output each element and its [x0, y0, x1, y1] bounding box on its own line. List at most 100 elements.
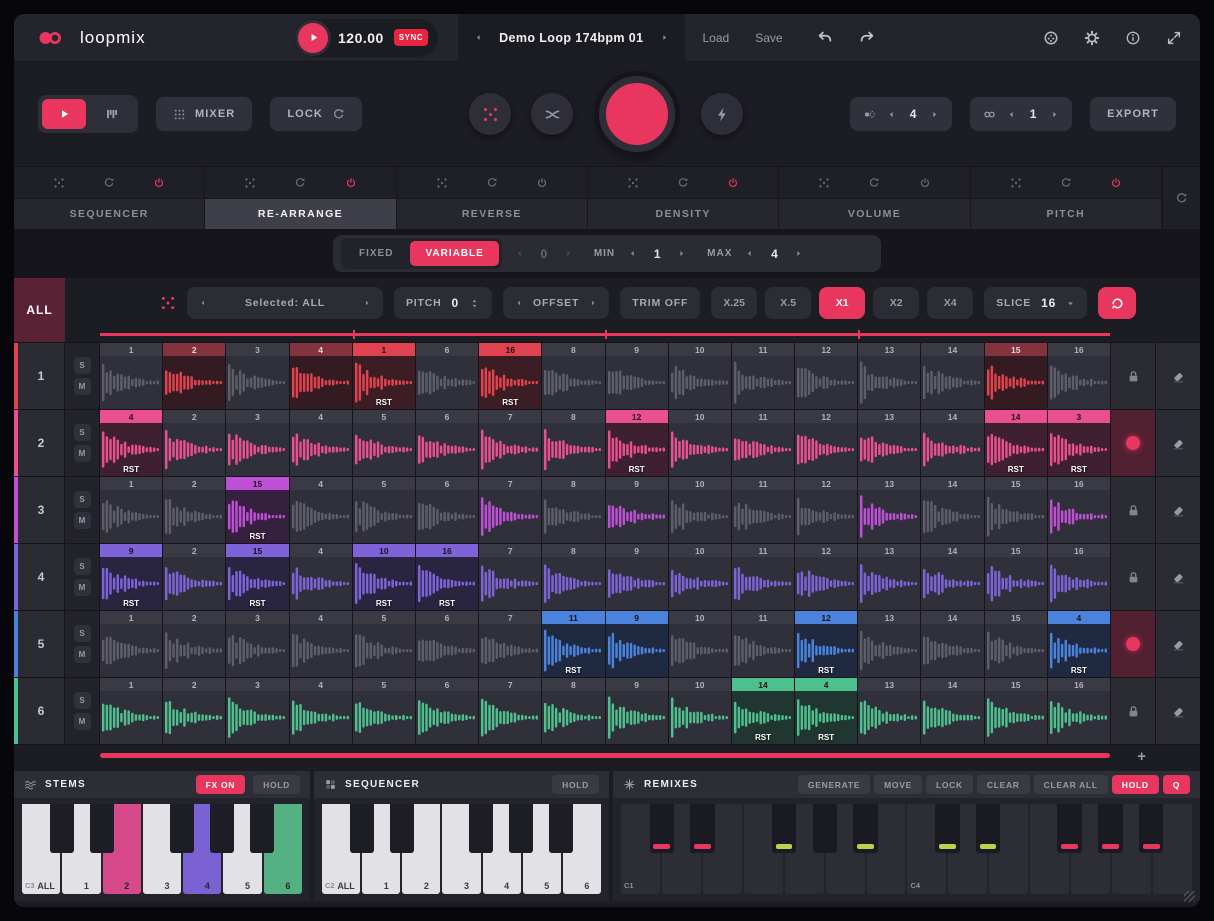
slice-r5-c12[interactable]: 12RST — [795, 611, 857, 677]
slice-r1-c8[interactable]: 8 — [542, 343, 604, 409]
slice-r2-c3[interactable]: 3 — [226, 410, 288, 476]
slice-r4-c8[interactable]: 8 — [542, 544, 604, 610]
remix-black-key[interactable] — [813, 804, 837, 853]
random-icon[interactable] — [436, 177, 448, 189]
add-pattern-button[interactable]: + — [1137, 748, 1146, 765]
track-clear-button-5[interactable] — [1156, 611, 1200, 677]
slice-r5-c14[interactable]: 14 — [921, 611, 983, 677]
multiplier-x2-button[interactable]: X2 — [873, 287, 919, 319]
slice-r6-c1[interactable]: 1 — [100, 678, 162, 744]
power-icon[interactable] — [727, 177, 739, 189]
track-lock-button-6[interactable] — [1111, 678, 1155, 744]
loop-view-button[interactable] — [42, 99, 86, 129]
slice-r4-c1[interactable]: 9RST — [100, 544, 162, 610]
stems-black-key[interactable] — [170, 804, 194, 853]
crossfade-button[interactable] — [531, 93, 573, 135]
slice-r1-c15[interactable]: 15 — [985, 343, 1047, 409]
slice-r2-c4[interactable]: 4 — [290, 410, 352, 476]
lock-button[interactable]: LOCK — [270, 97, 362, 131]
max-prev-icon[interactable] — [745, 249, 754, 258]
slice-r4-c4[interactable]: 4 — [290, 544, 352, 610]
power-icon[interactable] — [536, 177, 548, 189]
settings-gear-icon[interactable] — [1084, 30, 1100, 46]
slice-r4-c13[interactable]: 13 — [858, 544, 920, 610]
loop-prev-icon[interactable] — [1007, 110, 1016, 119]
slice-r1-c5[interactable]: 1RST — [353, 343, 415, 409]
mixer-button[interactable]: MIXER — [156, 97, 252, 131]
move-button[interactable]: MOVE — [874, 775, 922, 794]
multiplier-x1-button[interactable]: X1 — [819, 287, 865, 319]
slice-r2-c13[interactable]: 13 — [858, 410, 920, 476]
slice-r5-c11[interactable]: 11 — [732, 611, 794, 677]
offset-next-icon[interactable] — [589, 299, 597, 307]
resize-icon[interactable] — [1166, 30, 1182, 46]
offset-prev-icon[interactable] — [515, 299, 523, 307]
slice-r2-c1[interactable]: 4RST — [100, 410, 162, 476]
slice-r6-c2[interactable]: 2 — [163, 678, 225, 744]
mute-button-track-3[interactable]: M — [74, 512, 91, 529]
solo-button-track-4[interactable]: S — [74, 558, 91, 575]
stems-black-key[interactable] — [90, 804, 114, 853]
slice-r6-c6[interactable]: 6 — [416, 678, 478, 744]
tab-density[interactable]: DENSITY — [588, 198, 778, 229]
mute-button-track-6[interactable]: M — [74, 713, 91, 730]
slice-r6-c5[interactable]: 5 — [353, 678, 415, 744]
reset-icon[interactable] — [103, 177, 115, 189]
pitch-spinner-icon[interactable] — [469, 298, 480, 309]
solo-button-track-3[interactable]: S — [74, 491, 91, 508]
slice-r5-c13[interactable]: 13 — [858, 611, 920, 677]
multiplier-x-5-button[interactable]: X.5 — [765, 287, 811, 319]
multiplier-x4-button[interactable]: X4 — [927, 287, 973, 319]
slice-r1-c16[interactable]: 16 — [1048, 343, 1110, 409]
slice-r1-c2[interactable]: 2 — [163, 343, 225, 409]
random-icon[interactable] — [818, 177, 830, 189]
keys-view-button[interactable] — [90, 99, 134, 129]
sync-toggle[interactable]: SYNC — [394, 29, 428, 46]
reset-icon[interactable] — [677, 177, 689, 189]
random-icon[interactable] — [244, 177, 256, 189]
tab-pitch[interactable]: PITCH — [971, 198, 1161, 229]
reset-icon[interactable] — [294, 177, 306, 189]
stems-hold-button[interactable]: HOLD — [253, 775, 300, 794]
slice-r4-c11[interactable]: 11 — [732, 544, 794, 610]
slice-r5-c8[interactable]: 11RST — [542, 611, 604, 677]
track-clear-button-2[interactable] — [1156, 410, 1200, 476]
power-icon[interactable] — [1110, 177, 1122, 189]
slice-r2-c10[interactable]: 10 — [669, 410, 731, 476]
slice-r4-c3[interactable]: 15RST — [226, 544, 288, 610]
seq-black-key[interactable] — [350, 804, 374, 853]
selection-prev-icon[interactable] — [199, 299, 207, 307]
random-icon[interactable] — [627, 177, 639, 189]
reset-icon[interactable] — [486, 177, 498, 189]
slice-r3-c13[interactable]: 13 — [858, 477, 920, 543]
tab-reverse[interactable]: REVERSE — [397, 198, 587, 229]
slice-r6-c10[interactable]: 10 — [669, 678, 731, 744]
preset-prev-icon[interactable] — [474, 33, 483, 42]
trigger-button[interactable] — [701, 93, 743, 135]
mute-button-track-2[interactable]: M — [74, 445, 91, 462]
tab-volume[interactable]: VOLUME — [779, 198, 969, 229]
trim-toggle-button[interactable]: TRIM OFF — [620, 287, 700, 319]
slice-r2-c6[interactable]: 6 — [416, 410, 478, 476]
clear-button[interactable]: CLEAR — [977, 775, 1030, 794]
fixed-button[interactable]: FIXED — [344, 241, 408, 266]
slice-r4-c16[interactable]: 16 — [1048, 544, 1110, 610]
slice-r1-c6[interactable]: 6 — [416, 343, 478, 409]
mute-button-track-1[interactable]: M — [74, 378, 91, 395]
pattern-prev-icon[interactable] — [887, 110, 896, 119]
pattern-next-icon[interactable] — [930, 110, 939, 119]
slice-r1-c14[interactable]: 14 — [921, 343, 983, 409]
slice-r3-c14[interactable]: 14 — [921, 477, 983, 543]
slice-r4-c10[interactable]: 10 — [669, 544, 731, 610]
slice-r1-c9[interactable]: 9 — [606, 343, 668, 409]
loop-next-icon[interactable] — [1050, 110, 1059, 119]
theme-icon[interactable] — [1043, 30, 1059, 46]
slice-r6-c16[interactable]: 16 — [1048, 678, 1110, 744]
slice-r1-c1[interactable]: 1 — [100, 343, 162, 409]
undo-icon[interactable] — [817, 30, 833, 46]
slice-r6-c3[interactable]: 3 — [226, 678, 288, 744]
slice-r3-c16[interactable]: 16 — [1048, 477, 1110, 543]
slice-r6-c4[interactable]: 4 — [290, 678, 352, 744]
slice-r4-c6[interactable]: 16RST — [416, 544, 478, 610]
power-icon[interactable] — [345, 177, 357, 189]
